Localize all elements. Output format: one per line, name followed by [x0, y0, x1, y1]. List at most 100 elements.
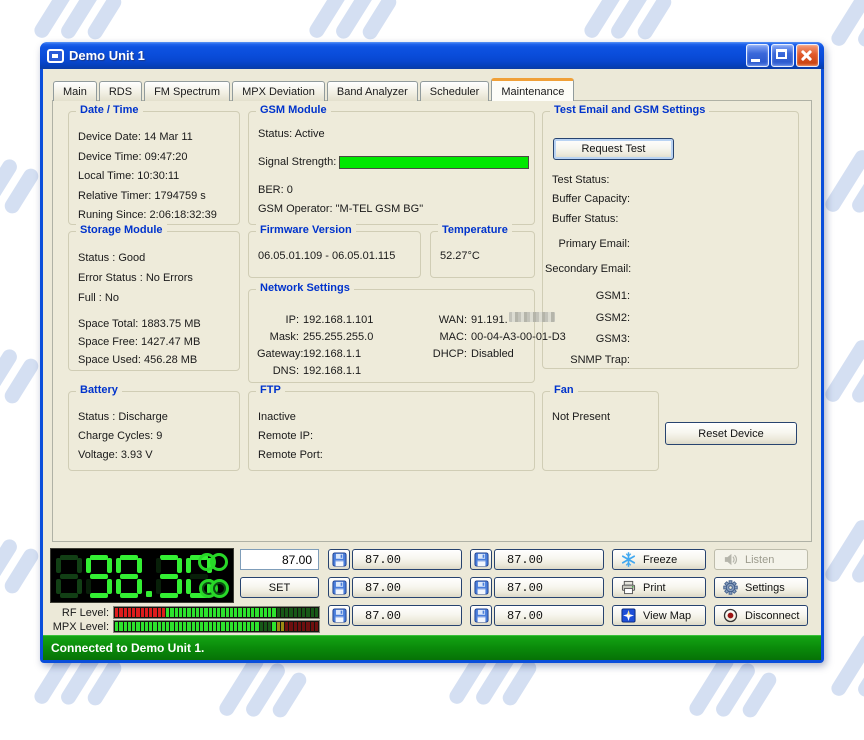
speaker-icon — [723, 552, 738, 567]
set-frequency-button[interactable]: SET — [240, 577, 319, 598]
watermark-logo — [836, 510, 864, 606]
group-battery: Battery Status : Discharge Charge Cycles… — [68, 391, 240, 471]
battery-voltage-text: Voltage: 3.93 V — [78, 446, 230, 465]
battery-cycles-text: Charge Cycles: 9 — [78, 427, 230, 446]
frequency-display-digits — [56, 555, 212, 598]
view-map-button[interactable]: View Map — [612, 605, 706, 626]
group-network-settings: Network Settings IP:192.168.1.101 Mask:2… — [248, 289, 535, 383]
stereo-loop-icon — [199, 579, 229, 598]
client-area: MainRDSFM SpectrumMPX DeviationBand Anal… — [43, 69, 821, 660]
storage-full-text: Full : No — [78, 288, 230, 308]
gsm-signal-strength-fill — [340, 157, 528, 168]
buffer-capacity-label: Buffer Capacity: — [552, 193, 630, 205]
print-button[interactable]: Print — [612, 577, 706, 598]
gsm-signal-label: Signal Strength: — [258, 156, 336, 168]
rf-level-bar — [113, 606, 320, 619]
group-ftp: FTP Inactive Remote IP: Remote Port: — [248, 391, 535, 471]
preset-frequency-4-button[interactable]: 87.00 — [494, 549, 604, 570]
watermark-logo — [842, 0, 864, 70]
preset-frequency-6-button[interactable]: 87.00 — [494, 605, 604, 626]
title-bar[interactable]: Demo Unit 1 — [40, 42, 824, 69]
gsm-ber-text: BER: 0 — [258, 184, 293, 196]
save-preset-4-button[interactable] — [470, 549, 492, 570]
save-preset-2-button[interactable] — [328, 577, 350, 598]
tab-band-analyzer[interactable]: Band Analyzer — [327, 81, 418, 101]
save-preset-6-button[interactable] — [470, 605, 492, 626]
map-icon — [621, 608, 636, 623]
redacted-wan-octets — [509, 312, 555, 322]
group-title: Fan — [550, 384, 578, 396]
group-title: Temperature — [438, 224, 512, 236]
request-test-button[interactable]: Request Test — [553, 138, 674, 160]
device-time-text: Device Time: 09:47:20 — [78, 148, 230, 168]
test-status-label: Test Status: — [552, 174, 609, 186]
mpx-level-bar — [113, 620, 320, 633]
tab-maintenance[interactable]: Maintenance — [491, 78, 574, 101]
group-title: Network Settings — [256, 282, 354, 294]
ftp-remote-ip-label: Remote IP: — [258, 427, 525, 446]
group-title: Storage Module — [76, 224, 167, 236]
buffer-status-label: Buffer Status: — [552, 213, 618, 225]
close-button[interactable] — [796, 44, 819, 67]
mask-row: Mask:255.255.255.0 — [257, 329, 373, 346]
frequency-input[interactable] — [240, 549, 319, 570]
gsm-operator-text: GSM Operator: "M-TEL GSM BG" — [258, 203, 423, 215]
gsm1-label: GSM1: — [545, 290, 630, 302]
tab-rds[interactable]: RDS — [99, 81, 142, 101]
window-icon — [47, 49, 64, 63]
preset-frequency-5-button[interactable]: 87.00 — [494, 577, 604, 598]
app-window: Demo Unit 1 MainRDSFM SpectrumMPX Deviat… — [40, 42, 824, 663]
gsm-signal-strength-bar — [339, 156, 529, 169]
floppy-icon — [332, 552, 347, 567]
group-fan: Fan Not Present — [542, 391, 659, 471]
group-title: Date / Time — [76, 104, 143, 116]
record-circle-icon — [723, 608, 738, 623]
gateway-row: Gateway:192.168.1.1 — [257, 346, 373, 363]
mac-row: MAC:00-04-A3-00-01-D3 — [419, 329, 566, 346]
network-left-column: IP:192.168.1.101 Mask:255.255.255.0 Gate… — [257, 312, 373, 380]
window-title: Demo Unit 1 — [69, 48, 744, 63]
preset-frequency-1-button[interactable]: 87.00 — [352, 549, 462, 570]
storage-status-text: Status : Good — [78, 248, 230, 268]
watermark-logo — [836, 140, 864, 236]
stereo-rings-icon — [198, 553, 228, 571]
group-title: GSM Module — [256, 104, 331, 116]
listen-button[interactable]: Listen — [714, 549, 808, 570]
snowflake-icon — [621, 552, 636, 567]
preset-frequency-2-button[interactable]: 87.00 — [352, 577, 462, 598]
gear-icon — [723, 580, 738, 595]
group-title: Battery — [76, 384, 122, 396]
running-since-text: Runing Since: 2:06:18:32:39 — [78, 206, 230, 226]
floppy-icon — [332, 580, 347, 595]
ftp-remote-port-label: Remote Port: — [258, 446, 525, 465]
freeze-button[interactable]: Freeze — [612, 549, 706, 570]
watermark-logo — [836, 330, 864, 426]
tab-fm-spectrum[interactable]: FM Spectrum — [144, 81, 230, 101]
device-date-text: Device Date: 14 Mar 11 — [78, 128, 230, 148]
group-title: FTP — [256, 384, 285, 396]
gsm-status-text: Status: Active — [258, 128, 325, 140]
floppy-icon — [474, 552, 489, 567]
rf-level-label: RF Level: — [43, 607, 109, 619]
save-preset-5-button[interactable] — [470, 577, 492, 598]
minimize-button[interactable] — [746, 44, 769, 67]
watermark-logo — [842, 624, 864, 720]
save-preset-1-button[interactable] — [328, 549, 350, 570]
settings-button[interactable]: Settings — [714, 577, 808, 598]
network-right-column: WAN:91.191. MAC:00-04-A3-00-01-D3 DHCP:D… — [419, 312, 566, 363]
relative-timer-text: Relative Timer: 1794759 s — [78, 187, 230, 207]
tab-scheduler[interactable]: Scheduler — [420, 81, 490, 101]
preset-frequency-3-button[interactable]: 87.00 — [352, 605, 462, 626]
frequency-display — [50, 548, 234, 603]
tab-main[interactable]: Main — [53, 81, 97, 101]
reset-device-button[interactable]: Reset Device — [665, 422, 797, 445]
wan-row: WAN:91.191. — [419, 312, 566, 329]
maximize-button[interactable] — [771, 44, 794, 67]
group-gsm-module: GSM Module Status: Active Signal Strengt… — [248, 111, 535, 225]
battery-status-text: Status : Discharge — [78, 408, 230, 427]
mpx-level-label: MPX Level: — [43, 621, 109, 633]
disconnect-button[interactable]: Disconnect — [714, 605, 808, 626]
save-preset-3-button[interactable] — [328, 605, 350, 626]
tab-mpx-deviation[interactable]: MPX Deviation — [232, 81, 325, 101]
group-title: Test Email and GSM Settings — [550, 104, 709, 116]
